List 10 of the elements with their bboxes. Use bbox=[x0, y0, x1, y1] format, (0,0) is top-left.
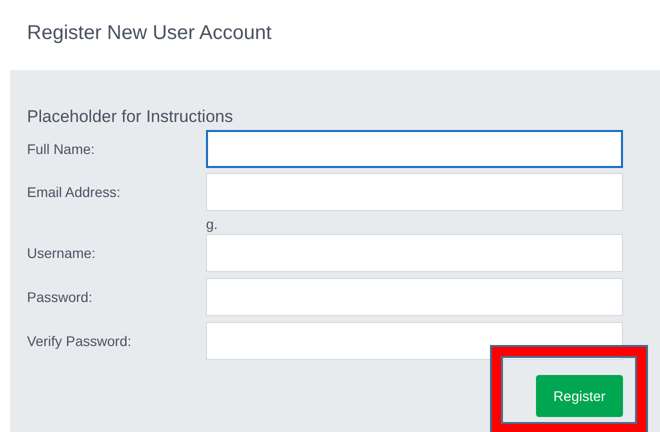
input-field[interactable] bbox=[206, 130, 623, 168]
instructions-text: Placeholder for Instructions bbox=[27, 106, 233, 128]
field-label: Username: bbox=[27, 244, 96, 262]
field-label: Password: bbox=[27, 288, 94, 306]
field-label: Verify Password: bbox=[27, 332, 132, 351]
field-label: Full Name: bbox=[27, 140, 96, 158]
page-title: Register New User Account bbox=[27, 21, 272, 46]
field-label: Email Address: bbox=[27, 182, 122, 202]
register-button[interactable]: Register bbox=[536, 375, 623, 417]
note-text: g. bbox=[206, 216, 218, 232]
